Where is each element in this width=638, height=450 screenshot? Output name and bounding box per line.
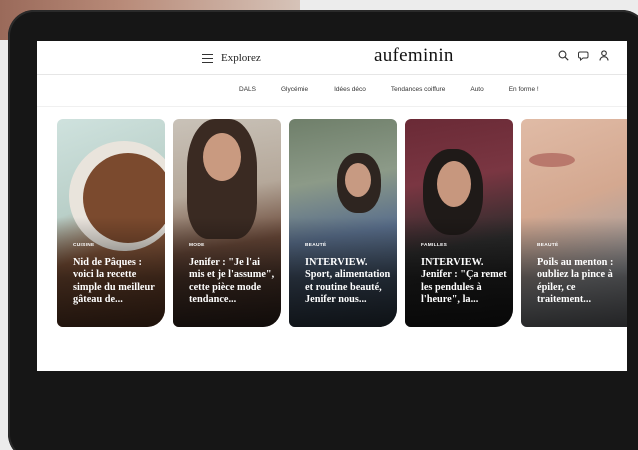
article-card[interactable]: BEAUTÉ INTERVIEW. Sport, alimentation et…	[289, 119, 397, 327]
nav-item-glycemie[interactable]: Glycémie	[281, 79, 308, 101]
nav-item-en-forme[interactable]: En forme !	[509, 79, 539, 101]
search-icon[interactable]	[558, 50, 569, 61]
card-image	[529, 153, 575, 167]
site-header: Explorez aufeminin	[37, 41, 627, 75]
nav-divider	[37, 106, 627, 107]
header-actions	[558, 50, 609, 61]
card-title: Jenifer : "Je l'ai mis et je l'assume", …	[189, 257, 275, 306]
card-category: BEAUTÉ	[537, 243, 559, 248]
card-category: FAMILLES	[421, 243, 448, 248]
chat-icon[interactable]	[578, 50, 590, 61]
article-card[interactable]: FAMILLES INTERVIEW. Jenifer : "Ça remet …	[405, 119, 513, 327]
nav-item-dals[interactable]: DALS	[239, 79, 256, 101]
hamburger-icon	[202, 53, 213, 63]
nav-item-idees-deco[interactable]: Idées déco	[334, 79, 366, 101]
user-icon[interactable]	[599, 50, 609, 61]
article-carousel: CUISINE Nid de Pâques : voici la recette…	[57, 119, 627, 329]
card-title: INTERVIEW. Jenifer : "Ça remet les pendu…	[421, 257, 507, 306]
article-card[interactable]: CUISINE Nid de Pâques : voici la recette…	[57, 119, 165, 327]
card-category: MODE	[189, 243, 205, 248]
article-card[interactable]: BEAUTÉ Poils au menton : oubliez la pinc…	[521, 119, 627, 327]
tablet-device: Explorez aufeminin DALS Glycémie Idées d…	[8, 10, 638, 450]
explore-menu-label: Explorez	[221, 52, 261, 64]
card-title: Nid de Pâques : voici la recette simple …	[73, 257, 155, 306]
card-category: CUISINE	[73, 243, 95, 248]
site-logo[interactable]: aufeminin	[374, 45, 454, 67]
nav-item-tendances-coiffure[interactable]: Tendances coiffure	[391, 79, 445, 101]
card-title: Poils au menton : oubliez la pince à épi…	[537, 257, 614, 306]
card-category: BEAUTÉ	[305, 243, 327, 248]
card-image-detail	[345, 163, 371, 197]
explore-menu-button[interactable]: Explorez	[202, 49, 261, 67]
card-image-detail	[203, 133, 241, 181]
category-nav: DALS Glycémie Idées déco Tendances coiff…	[37, 79, 627, 101]
card-title: INTERVIEW. Sport, alimentation et routin…	[305, 257, 391, 306]
article-card[interactable]: MODE Jenifer : "Je l'ai mis et je l'assu…	[173, 119, 281, 327]
browser-screen: Explorez aufeminin DALS Glycémie Idées d…	[37, 41, 627, 371]
nav-item-auto[interactable]: Auto	[470, 79, 483, 101]
card-image-detail	[437, 161, 471, 207]
